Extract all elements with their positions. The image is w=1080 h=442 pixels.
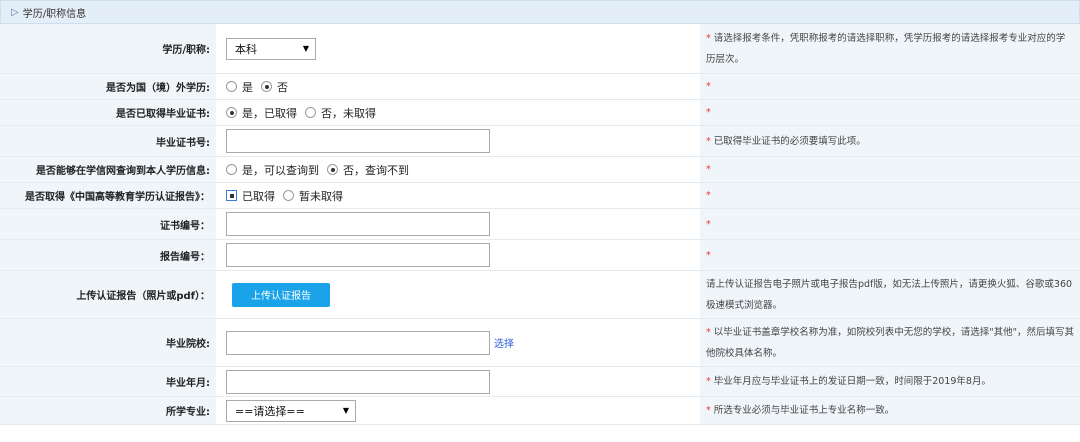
section-header: ▷ 学历/职称信息	[0, 0, 1080, 24]
dropdown-arrow-icon: ▼	[342, 406, 349, 415]
radio-chsi-no[interactable]: 否，查询不到	[327, 162, 409, 178]
field-note: *	[700, 183, 1080, 208]
radio-cert-yes[interactable]: 是，已取得	[226, 105, 297, 121]
field-label: 报告编号：	[0, 240, 216, 270]
radio-cert-no[interactable]: 否，未取得	[305, 105, 376, 121]
required-star: *	[706, 135, 711, 147]
radio-checked-icon	[327, 164, 338, 175]
radio-chsi-yes[interactable]: 是，可以查询到	[226, 162, 319, 178]
radio-icon	[305, 107, 316, 118]
required-star: *	[706, 218, 711, 230]
field-note: 请上传认证报告电子照片或电子报告pdf版，如无法上传照片，请更换火狐、谷歌或36…	[700, 271, 1080, 318]
field-label: 是否已取得毕业证书:	[0, 100, 216, 125]
row-report-code: 报告编号： *	[0, 240, 1080, 271]
triangle-right-icon: ▷	[11, 6, 19, 18]
select-value: ==请选择==	[235, 404, 305, 418]
radio-report-obtained[interactable]: 已取得	[226, 188, 275, 204]
field-label: 毕业证书号:	[0, 126, 216, 156]
radio-icon	[226, 81, 237, 92]
section-title: 学历/职称信息	[22, 8, 87, 20]
field-note: *	[700, 209, 1080, 239]
row-chsi-query: 是否能够在学信网查询到本人学历信息: 是，可以查询到 否，查询不到 *	[0, 157, 1080, 183]
required-star: *	[706, 249, 711, 261]
cert-no-input[interactable]	[226, 129, 490, 153]
radio-icon	[226, 164, 237, 175]
row-upload-report: 上传认证报告（照片或pdf）： 上传认证报告 请上传认证报告电子照片或电子报告p…	[0, 271, 1080, 319]
radio-icon	[283, 190, 294, 201]
radio-foreign-yes[interactable]: 是	[226, 79, 253, 95]
field-label: 是否为国（境）外学历:	[0, 74, 216, 99]
required-star: *	[706, 190, 711, 201]
grad-date-input[interactable]	[226, 369, 490, 394]
field-note: * 以毕业证书盖章学校名称为准，如院校列表中无您的学校，请选择"其他"，然后填写其…	[700, 319, 1080, 366]
education-form: 学历/职称: 本科 ▼ * 请选择报考条件，凭职称报考的请选择职称，凭学历报考的请…	[0, 24, 1080, 425]
field-note: * 毕业年月应与毕业证书上的发证日期一致，时间限于2019年8月。	[700, 367, 1080, 396]
row-chsi-report: 是否取得《中国高等教育学历认证报告》： 已取得 暂未取得 *	[0, 183, 1080, 209]
row-cert-no: 毕业证书号: * 已取得毕业证书的必须要填写此项。	[0, 126, 1080, 157]
edu-level-select[interactable]: 本科 ▼	[226, 37, 316, 60]
radio-report-pending[interactable]: 暂未取得	[283, 188, 343, 204]
radio-checked-icon	[226, 190, 237, 201]
required-star: *	[706, 32, 711, 44]
field-label: 是否能够在学信网查询到本人学历信息:	[0, 157, 216, 182]
radio-checked-icon	[226, 107, 237, 118]
school-input[interactable]	[226, 330, 490, 355]
row-foreign-degree: 是否为国（境）外学历: 是 否 *	[0, 74, 1080, 100]
radio-checked-icon	[261, 81, 272, 92]
field-note: * 已取得毕业证书的必须要填写此项。	[700, 126, 1080, 156]
required-star: *	[706, 81, 711, 92]
radio-foreign-no[interactable]: 否	[261, 79, 288, 95]
row-edu-level: 学历/职称: 本科 ▼ * 请选择报考条件，凭职称报考的请选择职称，凭学历报考的请…	[0, 24, 1080, 74]
field-label: 毕业年月:	[0, 367, 216, 396]
report-code-input[interactable]	[226, 243, 490, 267]
required-star: *	[706, 164, 711, 175]
row-has-cert: 是否已取得毕业证书: 是，已取得 否，未取得 *	[0, 100, 1080, 126]
dropdown-arrow-icon: ▼	[302, 44, 309, 53]
field-note: *	[700, 240, 1080, 270]
field-label: 所学专业:	[0, 397, 216, 424]
field-note: * 请选择报考条件，凭职称报考的请选择职称，凭学历报考的请选择报考专业对应的学历层…	[700, 24, 1080, 73]
row-grad-date: 毕业年月: * 毕业年月应与毕业证书上的发证日期一致，时间限于2019年8月。	[0, 367, 1080, 397]
select-school-link[interactable]: 选择	[494, 335, 514, 350]
required-star: *	[706, 326, 711, 338]
field-label: 是否取得《中国高等教育学历认证报告》：	[0, 183, 216, 208]
cert-code-input[interactable]	[226, 212, 490, 236]
required-star: *	[706, 376, 711, 387]
field-label: 学历/职称:	[0, 24, 216, 73]
field-label: 上传认证报告（照片或pdf）：	[0, 271, 216, 318]
major-select[interactable]: ==请选择== ▼	[226, 399, 356, 422]
required-star: *	[706, 107, 711, 118]
required-star: *	[706, 405, 711, 416]
field-label: 证书编号：	[0, 209, 216, 239]
field-note: *	[700, 74, 1080, 99]
row-major: 所学专业: ==请选择== ▼ * 所选专业必须与毕业证书上专业名称一致。	[0, 397, 1080, 425]
row-school: 毕业院校: 选择 * 以毕业证书盖章学校名称为准，如院校列表中无您的学校，请选择"…	[0, 319, 1080, 367]
field-note: *	[700, 100, 1080, 125]
field-label: 毕业院校:	[0, 319, 216, 366]
select-value: 本科	[235, 42, 257, 56]
upload-report-button[interactable]: 上传认证报告	[232, 282, 330, 307]
row-cert-code: 证书编号： *	[0, 209, 1080, 240]
field-note: * 所选专业必须与毕业证书上专业名称一致。	[700, 397, 1080, 424]
field-note: *	[700, 157, 1080, 182]
